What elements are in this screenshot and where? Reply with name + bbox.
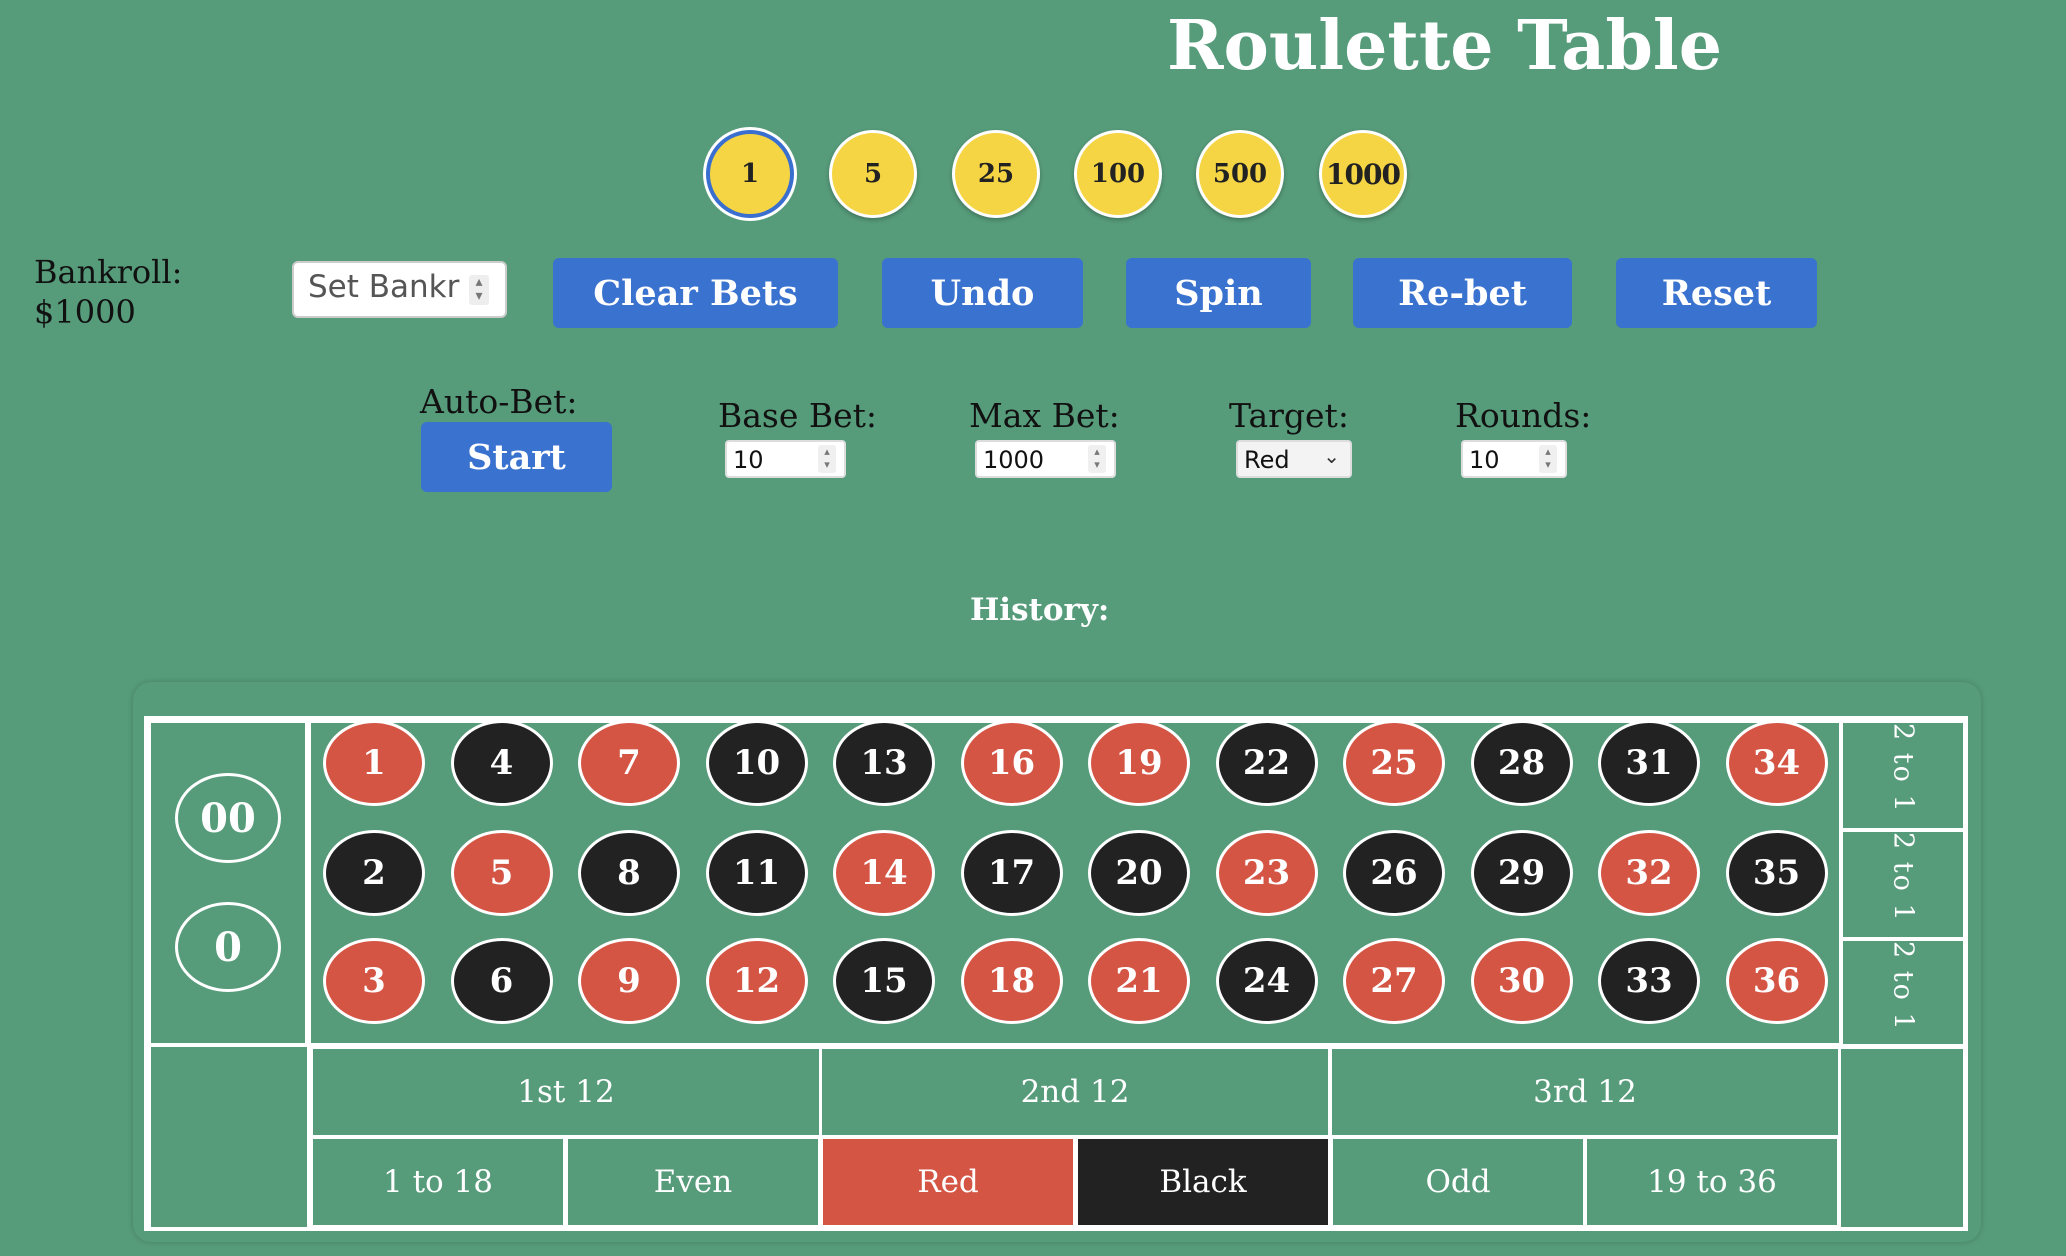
max-bet-label: Max Bet: [969,396,1120,435]
column-bet-1[interactable]: 2 to 1 [1840,720,1966,831]
number-2[interactable]: 2 [323,830,425,916]
number-35[interactable]: 35 [1725,830,1828,916]
number-28[interactable]: 28 [1470,720,1573,806]
number-32[interactable]: 32 [1598,830,1700,916]
rounds-value: 10 [1469,446,1500,474]
number-13[interactable]: 13 [833,720,935,806]
number-18[interactable]: 18 [960,938,1063,1024]
target-select[interactable]: Red ⌄ [1236,440,1352,478]
reset-button[interactable]: Reset [1616,258,1817,328]
chip-500[interactable]: 500 [1196,130,1284,218]
number-00[interactable]: 00 [175,773,281,863]
number-11[interactable]: 11 [705,830,808,916]
stepper-icon[interactable]: ▴ ▾ [1088,445,1106,473]
number-25[interactable]: 25 [1343,720,1445,806]
number-14[interactable]: 14 [833,830,935,916]
number-36[interactable]: 36 [1725,938,1828,1024]
undo-button[interactable]: Undo [882,258,1083,328]
set-bankroll-input[interactable]: Set Bankr ▴ ▾ [292,261,507,318]
number-15[interactable]: 15 [833,938,935,1024]
number-27[interactable]: 27 [1343,938,1445,1024]
history-label: History: [970,592,1110,628]
number-31[interactable]: 31 [1598,720,1700,806]
number-1[interactable]: 1 [323,720,425,806]
number-20[interactable]: 20 [1088,830,1190,916]
page-title: Roulette Table [1167,6,1722,86]
autobet-label: Auto-Bet: [420,382,578,421]
number-17[interactable]: 17 [960,830,1063,916]
column-bet-3[interactable]: 2 to 1 [1840,938,1966,1049]
bankroll-value: $1000 [34,293,136,331]
number-7[interactable]: 7 [578,720,680,806]
column-bet-label: 2 to 1 [1887,941,1919,1032]
column-bet-2[interactable]: 2 to 1 [1840,829,1966,940]
rounds-input[interactable]: 10 ▴ ▾ [1461,440,1567,478]
number-29[interactable]: 29 [1470,830,1573,916]
outside-bet-even[interactable]: Even [565,1136,821,1228]
chevron-down-icon: ⌄ [1323,444,1340,468]
number-19[interactable]: 19 [1088,720,1190,806]
number-22[interactable]: 22 [1215,720,1318,806]
number-26[interactable]: 26 [1343,830,1445,916]
outside-bet-1-to-18[interactable]: 1 to 18 [310,1136,566,1228]
number-5[interactable]: 5 [450,830,553,916]
bankroll-label: Bankroll: [34,253,183,291]
spin-button[interactable]: Spin [1126,258,1311,328]
bankroll-display: Bankroll: $1000 [34,252,182,332]
rounds-label: Rounds: [1455,396,1592,435]
clear-bets-button[interactable]: Clear Bets [553,258,838,328]
number-8[interactable]: 8 [578,830,680,916]
number-34[interactable]: 34 [1725,720,1828,806]
base-bet-label: Base Bet: [718,396,878,435]
number-23[interactable]: 23 [1215,830,1318,916]
number-16[interactable]: 16 [960,720,1063,806]
autobet-start-button[interactable]: Start [421,422,612,492]
target-value: Red [1244,446,1290,474]
dozen-bet-1[interactable]: 1st 12 [310,1046,822,1138]
empty-corner-left [148,1044,310,1230]
number-30[interactable]: 30 [1470,938,1573,1024]
set-bankroll-placeholder: Set Bankr [308,269,460,305]
stepper-icon[interactable]: ▴ ▾ [469,275,489,305]
number-10[interactable]: 10 [705,720,808,806]
chip-100[interactable]: 100 [1074,130,1162,218]
outside-bet-red[interactable]: Red [820,1136,1076,1228]
number-24[interactable]: 24 [1215,938,1318,1024]
number-0[interactable]: 0 [175,902,281,992]
dozen-bet-3[interactable]: 3rd 12 [1329,1046,1841,1138]
number-33[interactable]: 33 [1598,938,1700,1024]
chip-1000[interactable]: 1000 [1319,130,1407,218]
outside-bet-19-to-36[interactable]: 19 to 36 [1584,1136,1840,1228]
empty-corner-right [1838,1044,1966,1230]
base-bet-input[interactable]: 10 ▴ ▾ [725,440,846,478]
max-bet-input[interactable]: 1000 ▴ ▾ [975,440,1116,478]
dozen-bet-2[interactable]: 2nd 12 [819,1046,1331,1138]
stepper-icon[interactable]: ▴ ▾ [1539,445,1557,473]
number-12[interactable]: 12 [705,938,808,1024]
rebet-button[interactable]: Re-bet [1353,258,1572,328]
chip-5[interactable]: 5 [829,130,917,218]
base-bet-value: 10 [733,446,764,474]
number-4[interactable]: 4 [450,720,553,806]
outside-bet-odd[interactable]: Odd [1330,1136,1586,1228]
number-21[interactable]: 21 [1088,938,1190,1024]
target-label: Target: [1229,396,1349,435]
number-6[interactable]: 6 [450,938,553,1024]
outside-bet-black[interactable]: Black [1075,1136,1331,1228]
zero-area [148,720,308,1046]
chip-25[interactable]: 25 [952,130,1040,218]
number-3[interactable]: 3 [323,938,425,1024]
chip-1[interactable]: 1 [706,130,794,218]
column-bet-label: 2 to 1 [1887,832,1919,923]
column-bet-label: 2 to 1 [1887,723,1919,814]
stepper-icon[interactable]: ▴ ▾ [818,445,836,473]
number-9[interactable]: 9 [578,938,680,1024]
max-bet-value: 1000 [983,446,1045,474]
